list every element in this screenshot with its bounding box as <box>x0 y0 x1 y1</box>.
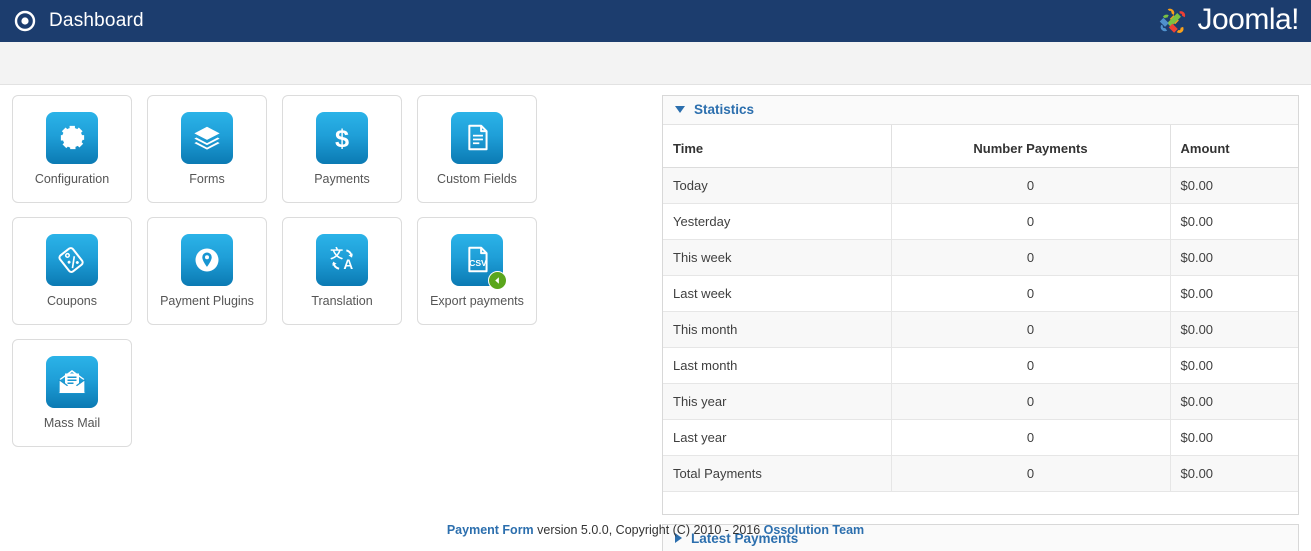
target-circle-icon <box>14 10 36 32</box>
table-row: This month 0 $0.00 <box>663 311 1298 348</box>
cell-time: This week <box>663 239 892 276</box>
footer-version-text: version 5.0.0, Copyright (C) 2010 - 2016 <box>533 523 764 537</box>
cell-amount: $0.00 <box>1170 167 1298 204</box>
table-row: This week 0 $0.00 <box>663 239 1298 276</box>
tile-label: Translation <box>311 293 373 308</box>
top-header-bar: Dashboard Joomla! <box>0 0 1311 42</box>
dollar-icon: $ <box>316 111 368 164</box>
statistics-panel-body: Time Number Payments Amount Today 0 $0.0… <box>663 125 1298 514</box>
cell-count: 0 <box>891 167 1171 204</box>
cell-count: 0 <box>891 239 1171 276</box>
statistics-table-body: Today 0 $0.00 Yesterday 0 $0.00 This wee… <box>663 167 1298 492</box>
cell-amount: $0.00 <box>1170 203 1298 240</box>
cell-amount: $0.00 <box>1170 419 1298 456</box>
cell-amount: $0.00 <box>1170 311 1298 348</box>
table-row: Last year 0 $0.00 <box>663 419 1298 456</box>
tile-label: Export payments <box>430 293 524 308</box>
joomla-logo: Joomla! <box>1156 4 1299 38</box>
cell-count: 0 <box>891 311 1171 348</box>
svg-text:$: $ <box>335 125 349 153</box>
statistics-panel: Statistics Time Number Payments Amount T… <box>662 95 1299 515</box>
svg-text:文: 文 <box>330 246 343 261</box>
cell-amount: $0.00 <box>1170 239 1298 276</box>
layers-icon <box>181 111 233 164</box>
column-header-time: Time <box>663 125 892 168</box>
cell-time: Last week <box>663 275 892 312</box>
tile-payment-plugins[interactable]: Payment Plugins <box>147 217 267 325</box>
header-left-group: Dashboard <box>14 10 144 32</box>
cell-count: 0 <box>891 275 1171 312</box>
statistics-table: Time Number Payments Amount Today 0 $0.0… <box>663 125 1298 492</box>
tile-label: Payment Plugins <box>160 293 254 308</box>
gear-icon <box>46 111 98 164</box>
page-title: Dashboard <box>49 10 144 31</box>
table-row: Last week 0 $0.00 <box>663 275 1298 312</box>
csv-file-icon: CSV <box>451 233 507 290</box>
cell-time: Last year <box>663 419 892 456</box>
percent-tag-icon <box>46 233 98 286</box>
cell-count: 0 <box>891 203 1171 240</box>
open-envelope-icon <box>46 355 98 408</box>
tile-configuration[interactable]: Configuration <box>12 95 132 203</box>
statistics-panel-title: Statistics <box>694 102 755 117</box>
tile-coupons[interactable]: Coupons <box>12 217 132 325</box>
tile-row-2: Coupons Payment Plugins 文 A Translation … <box>12 217 662 325</box>
table-row: Total Payments 0 $0.00 <box>663 455 1298 492</box>
cell-count: 0 <box>891 347 1171 384</box>
tile-label: Payments <box>314 171 370 186</box>
statistics-panel-header[interactable]: Statistics <box>663 96 1298 125</box>
tile-row-1: Configuration Forms $ Payments Custom Fi… <box>12 95 662 203</box>
tile-label: Custom Fields <box>437 171 517 186</box>
tile-translation[interactable]: 文 A Translation <box>282 217 402 325</box>
tile-label: Coupons <box>46 293 98 308</box>
quick-icons-panel: Configuration Forms $ Payments Custom Fi… <box>12 95 662 461</box>
table-row: Last month 0 $0.00 <box>663 347 1298 384</box>
joomla-brand-mark <box>1160 8 1186 34</box>
cell-amount: $0.00 <box>1170 275 1298 312</box>
cell-amount: $0.00 <box>1170 347 1298 384</box>
team-link[interactable]: Ossolution Team <box>764 523 864 537</box>
table-row: Today 0 $0.00 <box>663 167 1298 204</box>
right-panels-column: Statistics Time Number Payments Amount T… <box>662 95 1299 551</box>
product-link[interactable]: Payment Form <box>447 523 534 537</box>
svg-text:CSV: CSV <box>469 258 487 268</box>
cell-time: Yesterday <box>663 203 892 240</box>
table-row: This year 0 $0.00 <box>663 383 1298 420</box>
tile-custom-fields[interactable]: Custom Fields <box>417 95 537 203</box>
chevron-down-icon[interactable] <box>675 106 685 113</box>
cell-time: Today <box>663 167 892 204</box>
green-arrow-badge <box>488 270 507 290</box>
cell-count: 0 <box>891 455 1171 492</box>
tile-label: Mass Mail <box>43 415 101 430</box>
cell-amount: $0.00 <box>1170 383 1298 420</box>
document-lines-icon <box>451 111 503 164</box>
joomla-wordmark: Joomla! <box>1197 2 1299 36</box>
svg-text:A: A <box>343 257 353 272</box>
subheader-toolbar-band <box>0 42 1311 85</box>
cell-count: 0 <box>891 383 1171 420</box>
column-header-amount: Amount <box>1170 125 1298 168</box>
cell-time: Total Payments <box>663 455 892 492</box>
column-header-number: Number Payments <box>891 125 1171 168</box>
table-header-row: Time Number Payments Amount <box>663 125 1298 168</box>
table-bottom-spacer <box>663 491 1298 514</box>
cell-amount: $0.00 <box>1170 455 1298 492</box>
tile-forms[interactable]: Forms <box>147 95 267 203</box>
table-row: Yesterday 0 $0.00 <box>663 203 1298 240</box>
cell-time: This month <box>663 311 892 348</box>
map-pin-circle-icon <box>181 233 233 286</box>
tile-payments[interactable]: $ Payments <box>282 95 402 203</box>
tile-mass-mail[interactable]: Mass Mail <box>12 339 132 447</box>
tile-export-payments[interactable]: CSV Export payments <box>417 217 537 325</box>
translate-icon: 文 A <box>316 233 368 286</box>
cell-count: 0 <box>891 419 1171 456</box>
tile-label: Forms <box>189 171 225 186</box>
tile-row-3: Mass Mail <box>12 339 662 447</box>
main-content: Configuration Forms $ Payments Custom Fi… <box>0 85 1311 551</box>
cell-time: This year <box>663 383 892 420</box>
cell-time: Last month <box>663 347 892 384</box>
statistics-table-head: Time Number Payments Amount <box>663 125 1298 168</box>
tile-label: Configuration <box>34 171 110 186</box>
